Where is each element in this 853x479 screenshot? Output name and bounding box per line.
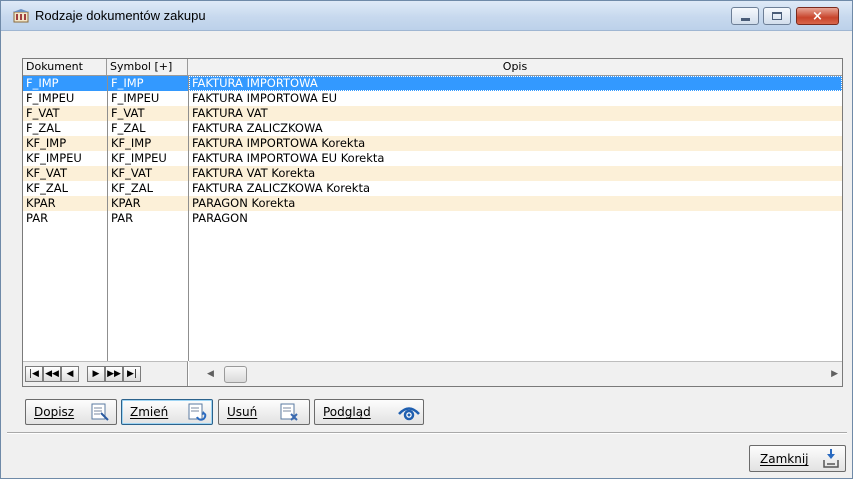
cell-symbol: F_IMP bbox=[111, 76, 144, 90]
podglad-button[interactable]: Podgląd bbox=[314, 399, 424, 425]
table-row[interactable]: F_ZAL F_ZAL FAKTURA ZALICZKOWA bbox=[23, 121, 842, 136]
cell-opis: FAKTURA ZALICZKOWA Korekta bbox=[192, 181, 371, 195]
close-door-icon bbox=[823, 449, 839, 468]
table-row[interactable]: KPAR KPAR PARAGON Korekta bbox=[23, 196, 842, 211]
zmien-button[interactable]: Zmień bbox=[121, 399, 213, 425]
cell-dokument: KF_IMPEU bbox=[26, 151, 82, 165]
maximize-button[interactable] bbox=[763, 7, 791, 25]
last-record-button[interactable]: ▶| bbox=[123, 366, 141, 382]
zmien-label: Zmień bbox=[130, 405, 169, 419]
cell-dokument: F_VAT bbox=[26, 106, 60, 120]
usun-button[interactable]: Usuń bbox=[218, 399, 310, 425]
table-row[interactable]: F_IMP F_IMP FAKTURA IMPORTOWA bbox=[23, 76, 842, 91]
table-row[interactable]: KF_IMPEU KF_IMPEU FAKTURA IMPORTOWA EU Kor… bbox=[23, 151, 842, 166]
cell-opis: FAKTURA IMPORTOWA EU Korekta bbox=[192, 151, 385, 165]
minimize-icon bbox=[740, 17, 750, 21]
cell-opis: FAKTURA VAT bbox=[192, 106, 268, 120]
cell-opis: FAKTURA IMPORTOWA EU bbox=[192, 91, 338, 105]
next-page-button[interactable]: ▶▶ bbox=[105, 366, 123, 382]
dopisz-label: Dopisz bbox=[34, 405, 75, 419]
cell-dokument: PAR bbox=[26, 211, 49, 225]
zamknij-button[interactable]: Zamknij bbox=[749, 445, 846, 472]
table-row[interactable]: KF_IMP KF_IMP FAKTURA IMPORTOWA Korekta bbox=[23, 136, 842, 151]
column-divider bbox=[107, 76, 108, 361]
cell-opis: PARAGON Korekta bbox=[192, 196, 296, 210]
podglad-label: Podgląd bbox=[323, 405, 371, 419]
horizontal-scrollbar[interactable]: ◀ ▶ bbox=[189, 361, 842, 386]
cell-opis: FAKTURA ZALICZKOWA bbox=[192, 121, 323, 135]
cell-symbol: KF_IMPEU bbox=[111, 151, 167, 165]
maximize-icon bbox=[772, 12, 782, 20]
next-record-button[interactable]: ▶ bbox=[87, 366, 105, 382]
first-record-button[interactable]: |◀ bbox=[25, 366, 43, 382]
table-row[interactable]: F_VAT F_VAT FAKTURA VAT bbox=[23, 106, 842, 121]
column-header-opis[interactable]: Opis bbox=[188, 59, 842, 76]
scroll-left-icon[interactable]: ◀ bbox=[207, 369, 214, 379]
close-icon: × bbox=[812, 8, 823, 24]
cell-opis: PARAGON bbox=[192, 211, 248, 225]
table-row[interactable]: PAR PAR PARAGON bbox=[23, 211, 842, 226]
divider bbox=[7, 432, 847, 434]
column-divider bbox=[188, 76, 189, 361]
cell-dokument: KF_IMP bbox=[26, 136, 67, 150]
cell-dokument: F_IMP bbox=[26, 76, 59, 90]
preview-eye-icon bbox=[398, 407, 420, 421]
scroll-thumb[interactable] bbox=[224, 366, 247, 383]
cell-opis: FAKTURA IMPORTOWA Korekta bbox=[192, 136, 366, 150]
cell-symbol: PAR bbox=[111, 211, 134, 225]
app-icon bbox=[13, 9, 29, 23]
table-row[interactable]: KF_VAT KF_VAT FAKTURA VAT Korekta bbox=[23, 166, 842, 181]
title-bar[interactable]: Rodzaje dokumentów zakupu × bbox=[1, 1, 852, 31]
cell-symbol: KF_IMP bbox=[111, 136, 152, 150]
cell-dokument: KPAR bbox=[26, 196, 56, 210]
window-title: Rodzaje dokumentów zakupu bbox=[35, 8, 206, 23]
cell-symbol: F_IMPEU bbox=[111, 91, 160, 105]
cell-dokument: F_IMPEU bbox=[26, 91, 75, 105]
cell-symbol: KPAR bbox=[111, 196, 141, 210]
cell-symbol: KF_ZAL bbox=[111, 181, 154, 195]
table-row[interactable]: KF_ZAL KF_ZAL FAKTURA ZALICZKOWA Korekta bbox=[23, 181, 842, 196]
usun-label: Usuń bbox=[227, 405, 258, 419]
close-button[interactable]: × bbox=[796, 7, 839, 25]
prev-record-button[interactable]: ◀ bbox=[61, 366, 79, 382]
cell-dokument: KF_ZAL bbox=[26, 181, 69, 195]
cell-dokument: F_ZAL bbox=[26, 121, 61, 135]
dopisz-button[interactable]: Dopisz bbox=[25, 399, 117, 425]
minimize-button[interactable] bbox=[731, 7, 759, 25]
cell-symbol: F_ZAL bbox=[111, 121, 146, 135]
documents-table[interactable]: Dokument Symbol [+] Opis F_IMP F_IMP FAKTU… bbox=[22, 58, 843, 387]
cell-dokument: KF_VAT bbox=[26, 166, 68, 180]
scroll-right-icon[interactable]: ▶ bbox=[831, 369, 838, 379]
column-header-dokument[interactable]: Dokument bbox=[23, 59, 107, 76]
prev-page-button[interactable]: ◀◀ bbox=[43, 366, 61, 382]
record-navigator: |◀ ◀◀ ◀ ▶ ▶▶ ▶| bbox=[23, 361, 188, 386]
edit-document-icon bbox=[188, 403, 207, 421]
cell-opis: FAKTURA IMPORTOWA bbox=[189, 76, 842, 91]
add-document-icon bbox=[91, 403, 109, 421]
cell-symbol: F_VAT bbox=[111, 106, 145, 120]
cell-symbol: KF_VAT bbox=[111, 166, 153, 180]
cell-opis: FAKTURA VAT Korekta bbox=[192, 166, 316, 180]
zamknij-label: Zamknij bbox=[760, 452, 809, 466]
delete-document-icon bbox=[280, 403, 298, 421]
column-header-symbol[interactable]: Symbol [+] bbox=[107, 59, 188, 76]
dialog-window: Rodzaje dokumentów zakupu × Dokument Sym… bbox=[0, 0, 853, 479]
table-row[interactable]: F_IMPEU F_IMPEU FAKTURA IMPORTOWA EU bbox=[23, 91, 842, 106]
